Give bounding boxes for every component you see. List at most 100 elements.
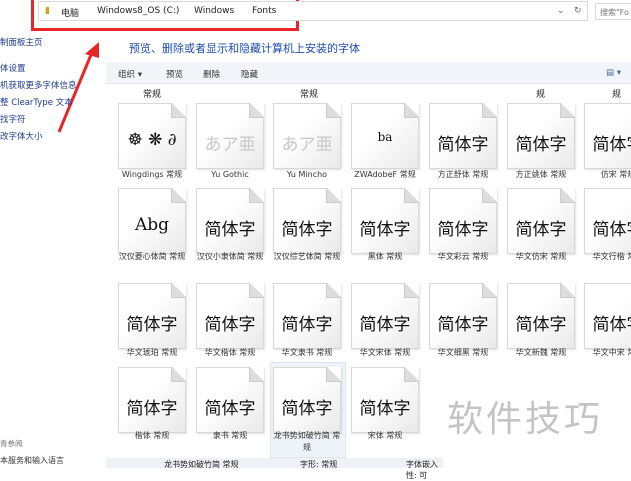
font-sample: ☸ ❋ ∂	[127, 130, 177, 150]
font-sample: 简体字	[592, 220, 631, 240]
hide-button[interactable]: 隐藏	[241, 68, 258, 80]
font-sample: あア亜	[204, 135, 256, 155]
font-sample: 简体字	[592, 135, 631, 155]
font-tile[interactable]: 简体字	[507, 188, 575, 254]
font-sample: 简体字	[359, 315, 411, 335]
font-tile[interactable]: 简体字	[584, 103, 631, 169]
font-sample: 简体字	[437, 315, 489, 335]
font-name-label: 楷体 常规	[134, 431, 170, 440]
font-tile[interactable]: 简体字	[118, 367, 186, 433]
font-tile[interactable]: あア亜	[196, 103, 264, 169]
font-tile[interactable]: あア亜	[273, 103, 341, 169]
font-tile[interactable]: 简体字	[584, 188, 631, 254]
search-input[interactable]: 搜索"Fo	[595, 3, 631, 20]
font-name-label: 黑体 常规	[367, 252, 403, 261]
font-sample: 简体字	[204, 399, 256, 419]
font-name-label: 华文隶书 常规	[281, 348, 333, 357]
top-label: 常规	[300, 90, 319, 100]
breadcrumb-fonts[interactable]: Fonts	[252, 6, 276, 16]
font-tile[interactable]: 简体字	[429, 188, 497, 254]
font-tile[interactable]: 简体字	[273, 367, 341, 433]
top-label: 规	[612, 90, 622, 100]
top-label: 规	[536, 90, 546, 100]
details-style: 字形: 常规	[300, 460, 338, 469]
font-sample: 简体字	[592, 315, 631, 335]
font-sample: あア亜	[281, 135, 333, 155]
sidebar-item-control-panel-home[interactable]: 制面板主页	[0, 36, 43, 48]
font-sample: 简体字	[515, 220, 567, 240]
font-name-label: ZWAdobeF 常规	[354, 170, 416, 179]
font-tile[interactable]: 简体字	[429, 103, 497, 169]
font-tile[interactable]: 简体字	[196, 367, 264, 433]
refresh-icon[interactable]: ↻	[574, 6, 582, 16]
font-tile[interactable]: ba	[351, 103, 419, 169]
font-name-label: 华文楷体 常规	[204, 348, 256, 357]
font-name-label: 华文仿宋 常规	[515, 252, 567, 261]
see-also-heading: 青参阅	[0, 439, 23, 448]
breadcrumb-windows[interactable]: Windows	[194, 6, 234, 16]
font-name-label: 方正舒体 常规	[437, 170, 489, 179]
address-bar[interactable]: ▮ 电脑 Windows8_OS (C:) Windows Fonts ⌄ ↻	[38, 1, 588, 21]
font-sample: 简体字	[204, 220, 256, 240]
page-title: 预览、删除或者显示和隐藏计算机上安装的字体	[129, 42, 360, 55]
font-name-label: 汉仪菱心体简 常规	[118, 252, 186, 261]
font-sample: 简体字	[437, 135, 489, 155]
font-tile[interactable]: 简体字	[273, 188, 341, 254]
font-sample: 简体字	[281, 220, 333, 240]
font-tile[interactable]: 简体字	[118, 283, 186, 349]
organize-button[interactable]: 组织 ▾	[118, 68, 142, 80]
sidebar-item-cleartype[interactable]: 整 ClearType 文本	[0, 96, 73, 108]
font-name-label: Wingdings 常规	[121, 170, 183, 179]
font-name-label: 华文中宋 常规	[592, 348, 631, 357]
font-sample: 简体字	[126, 399, 178, 419]
font-tile[interactable]: 简体字	[507, 103, 575, 169]
font-name-label: 华文宋体 常规	[359, 348, 411, 357]
font-tile[interactable]: ☸ ❋ ∂	[118, 103, 186, 169]
font-sample: 简体字	[515, 135, 567, 155]
font-tile[interactable]: 简体字	[351, 367, 419, 433]
sidebar-item-get-font-info[interactable]: 机获取更多字体信息	[0, 79, 77, 91]
toolbar: 组织 ▾ 预览 删除 隐藏 ▤ ▾	[106, 62, 631, 84]
font-name-label: 华文细黑 常规	[437, 348, 489, 357]
dropdown-icon[interactable]: ⌄	[557, 6, 565, 16]
details-font-name: 龙书势如破竹简 常规	[164, 460, 239, 469]
view-options-button[interactable]: ▤ ▾	[606, 68, 621, 78]
font-sample: Abg	[134, 215, 170, 235]
sidebar-item-font-size[interactable]: 改字体大小	[0, 130, 43, 142]
font-sample: 简体字	[437, 220, 489, 240]
delete-button[interactable]: 删除	[203, 68, 220, 80]
details-embed: 字体嵌入性: 可	[406, 460, 438, 480]
font-name-label: 华文彩云 常规	[437, 252, 489, 261]
font-sample: 简体字	[281, 399, 333, 419]
folder-icon: ▮	[45, 6, 50, 16]
font-tile[interactable]: 简体字	[429, 283, 497, 349]
details-pane: 龙书势如破竹简 常规 字形: 常规 字体嵌入性: 可	[106, 458, 446, 480]
font-tile[interactable]: 简体字	[507, 283, 575, 349]
font-tile[interactable]: 简体字	[273, 283, 341, 349]
preview-button[interactable]: 预览	[166, 68, 183, 80]
font-sample: ba	[377, 130, 393, 144]
font-tile[interactable]: 简体字	[584, 283, 631, 349]
font-name-label: 华文琥珀 常规	[126, 348, 178, 357]
breadcrumb-computer[interactable]: 电脑	[61, 6, 79, 19]
font-tile[interactable]: 简体字	[351, 283, 419, 349]
font-name-label: 汉仪小隶体简 常规	[196, 252, 264, 261]
sidebar-item-find-character[interactable]: 找字符	[0, 113, 26, 125]
sidebar-item-text-services[interactable]: 本服务和输入语言	[0, 455, 64, 466]
font-sample: 简体字	[515, 315, 567, 335]
watermark: 软件技巧	[443, 378, 631, 468]
sidebar-item-font-settings[interactable]: 体设置	[0, 62, 26, 74]
font-tile[interactable]: 简体字	[351, 188, 419, 254]
breadcrumb-drive[interactable]: Windows8_OS (C:)	[97, 6, 179, 16]
font-name-label: Yu Gothic	[211, 170, 249, 179]
font-sample: 简体字	[359, 220, 411, 240]
font-name-label: 方正姚体 常规	[515, 170, 567, 179]
font-tile[interactable]: Abg	[118, 188, 186, 254]
font-tile[interactable]: 简体字	[196, 188, 264, 254]
font-tile[interactable]: 简体字	[196, 283, 264, 349]
font-name-label: 宋体 常规	[367, 431, 403, 440]
watermark-text: 软件技巧	[447, 399, 604, 440]
font-name-label: 龙书势如破竹简 常规	[273, 431, 341, 452]
font-name-label: 华文新魏 常规	[515, 348, 567, 357]
font-sample: 简体字	[359, 399, 411, 419]
